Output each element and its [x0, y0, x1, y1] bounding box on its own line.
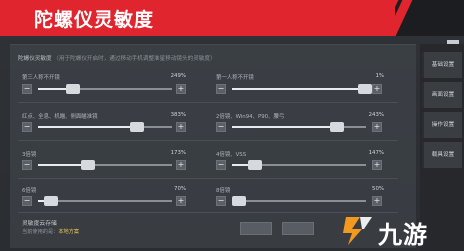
slider-value: 1% [375, 73, 384, 79]
slider-label: 6倍镜 [22, 188, 37, 194]
slider-label: 8倍镜 [216, 188, 231, 194]
slider-value: 173% [170, 150, 186, 156]
slider-value: 243% [368, 112, 384, 118]
slider-label: 红点、全息、机瞄、侧面瞄准镜 [22, 114, 98, 120]
cloud-download-button[interactable] [282, 222, 314, 235]
slider-track[interactable] [38, 122, 172, 132]
tab-vehicle-settings[interactable]: 载具设置 [422, 142, 462, 168]
plus-button[interactable]: + [176, 160, 186, 170]
slider-track[interactable] [38, 196, 172, 206]
slider-thumb[interactable] [231, 196, 246, 206]
slider-label: 3倍镜 [22, 152, 37, 158]
slider-track[interactable] [38, 160, 172, 170]
divider [18, 178, 398, 179]
minus-button[interactable]: − [216, 196, 226, 206]
slider-label: 第一人称不开镜 [216, 75, 254, 81]
section-description: 陀螺仪灵敏度 （用于陀螺仪开启时，通过移动手机调整准星移动镜头的灵敏度） [18, 54, 216, 62]
minus-button[interactable]: − [216, 160, 226, 170]
plus-button[interactable]: + [176, 196, 186, 206]
slider-value: 383% [170, 112, 186, 118]
slider-label: 第三人称不开镜 [22, 75, 60, 81]
minus-button[interactable]: − [22, 196, 32, 206]
plus-button[interactable]: + [176, 84, 186, 94]
section-label: 陀螺仪灵敏度 [18, 56, 52, 62]
slider-track[interactable] [232, 160, 366, 170]
watermark-icon [343, 217, 372, 245]
plus-button[interactable]: + [372, 84, 382, 94]
header-banner: 陀螺仪灵敏度 [0, 0, 464, 44]
divider [18, 102, 398, 103]
cloud-upload-button[interactable] [240, 222, 272, 235]
plus-button[interactable]: + [176, 122, 186, 132]
slider-fill [232, 126, 337, 128]
settings-screen: 陀螺仪灵敏度 陀螺仪灵敏度 （用于陀螺仪开启时，通过移动手机调整准星移动镜头的灵… [0, 0, 464, 251]
slider-fill [38, 126, 138, 128]
minus-button[interactable]: − [22, 122, 32, 132]
plus-button[interactable]: + [372, 196, 382, 206]
cloud-save-prefix: 当前使用的是： [22, 229, 59, 235]
minus-button[interactable]: − [22, 160, 32, 170]
slider-value: 249% [170, 73, 186, 79]
slider-thumb[interactable] [80, 160, 95, 170]
slider-value: 70% [174, 186, 186, 192]
slider-value: 147% [368, 150, 384, 156]
plus-button[interactable]: + [372, 160, 382, 170]
slider-thumb[interactable] [357, 84, 372, 94]
divider [18, 140, 398, 141]
page-title: 陀螺仪灵敏度 [34, 9, 155, 31]
tab-basic-settings[interactable]: 基础设置 [422, 52, 462, 78]
slider-track[interactable] [232, 122, 366, 132]
minus-button[interactable]: − [216, 122, 226, 132]
minus-button[interactable]: − [22, 84, 32, 94]
slider-thumb[interactable] [247, 160, 262, 170]
slider-thumb[interactable] [44, 196, 59, 206]
cloud-save-title: 灵敏度云存储 [22, 221, 57, 227]
plus-button[interactable]: + [372, 122, 382, 132]
slider-track[interactable] [38, 84, 172, 94]
slider-thumb[interactable] [130, 122, 145, 132]
minus-button[interactable]: − [216, 84, 226, 94]
tab-indicator [447, 40, 459, 44]
slider-label: 2倍镜、Win94、P90、腰弓 [216, 114, 285, 120]
cloud-save-scheme: 本地方案 [58, 229, 80, 235]
tab-graphics-settings[interactable]: 画面设置 [422, 82, 462, 108]
slider-thumb[interactable] [65, 84, 80, 94]
slider-label: 4倍镜、VSS [216, 152, 247, 158]
slider-value: 50% [372, 186, 384, 192]
tab-controls-settings[interactable]: 操作设置 [422, 112, 462, 138]
section-hint: （用于陀螺仪开启时，通过移动手机调整准星移动镜头的灵敏度） [53, 56, 216, 62]
watermark-text: 九游 [378, 221, 428, 249]
slider-fill [232, 88, 365, 90]
watermark-logo: 九游 [340, 213, 450, 249]
cloud-save-status: 当前使用的是：本地方案 [22, 228, 79, 235]
slider-track[interactable] [232, 84, 372, 94]
slider-track[interactable] [231, 196, 366, 206]
slider-thumb[interactable] [329, 122, 344, 132]
